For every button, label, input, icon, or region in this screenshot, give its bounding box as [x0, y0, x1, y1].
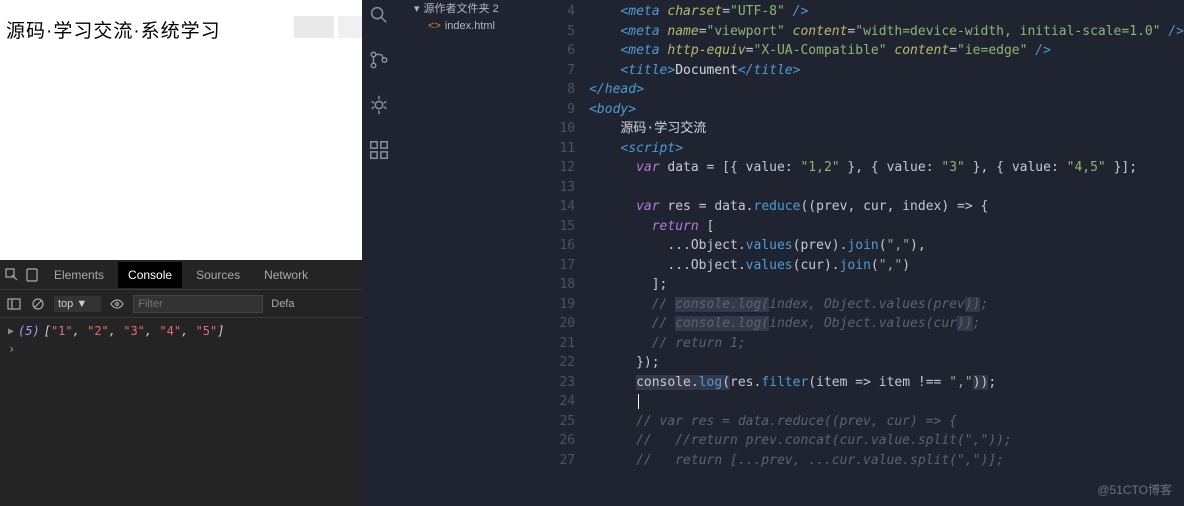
context-value: top	[58, 298, 73, 310]
code-editor[interactable]: 4567891011121314151617181920212223242526…	[545, 0, 1184, 506]
console-output: ▶ (5) ["1", "2", "3", "4", "5"] ›	[0, 318, 362, 362]
explorer-tree: ▾ 源作者文件夹 2 <> index.html	[410, 0, 560, 34]
watermark: @51CTO博客	[1097, 481, 1172, 498]
chevron-down-icon: ▾	[414, 2, 420, 15]
extensions-icon[interactable]	[368, 139, 390, 166]
search-icon[interactable]	[368, 4, 390, 31]
log-levels[interactable]: Defa	[271, 298, 294, 310]
html-file-icon: <>	[428, 20, 441, 32]
tab-sources[interactable]: Sources	[186, 262, 250, 288]
filter-input[interactable]	[133, 295, 263, 313]
array-length: (5)	[18, 324, 40, 338]
inspect-icon[interactable]	[4, 267, 20, 283]
browser-viewport: 源码·学习交流·系统学习	[0, 0, 362, 260]
expand-arrow-icon[interactable]: ▶	[8, 326, 14, 337]
tab-network[interactable]: Network	[254, 262, 318, 288]
sidebar-toggle-icon[interactable]	[6, 296, 22, 312]
eye-icon[interactable]	[109, 296, 125, 312]
console-toolbar: top ▼ Defa	[0, 290, 362, 318]
console-row[interactable]: ▶ (5) ["1", "2", "3", "4", "5"]	[8, 322, 354, 340]
folder-name: 源作者文件夹 2	[424, 0, 499, 16]
folder-row[interactable]: ▾ 源作者文件夹 2	[410, 0, 560, 18]
devtools-tabs: Elements Console Sources Network	[0, 260, 362, 290]
redacted-block	[294, 16, 334, 38]
page-title-text: 源码·学习交流·系统学习	[6, 16, 221, 43]
file-row[interactable]: <> index.html	[410, 18, 560, 34]
source-control-icon[interactable]	[368, 49, 390, 76]
debug-icon[interactable]	[368, 94, 390, 121]
array-values: ["1", "2", "3", "4", "5"]	[44, 324, 225, 338]
tab-console[interactable]: Console	[118, 262, 182, 288]
redacted-block	[338, 16, 362, 38]
file-name: index.html	[445, 20, 495, 32]
device-icon[interactable]	[24, 267, 40, 283]
activity-bar	[362, 0, 395, 506]
console-prompt[interactable]: ›	[8, 340, 354, 358]
code-content[interactable]: <meta charset="UTF-8" /> <meta name="vie…	[589, 0, 1184, 506]
line-gutter: 4567891011121314151617181920212223242526…	[545, 0, 589, 506]
devtools-panel: Elements Console Sources Network top ▼ D…	[0, 260, 362, 506]
tab-elements[interactable]: Elements	[44, 262, 114, 288]
context-select[interactable]: top ▼	[54, 296, 101, 312]
vscode-editor: ▾ 源作者文件夹 2 <> index.html 456789101112131…	[362, 0, 1184, 506]
clear-icon[interactable]	[30, 296, 46, 312]
